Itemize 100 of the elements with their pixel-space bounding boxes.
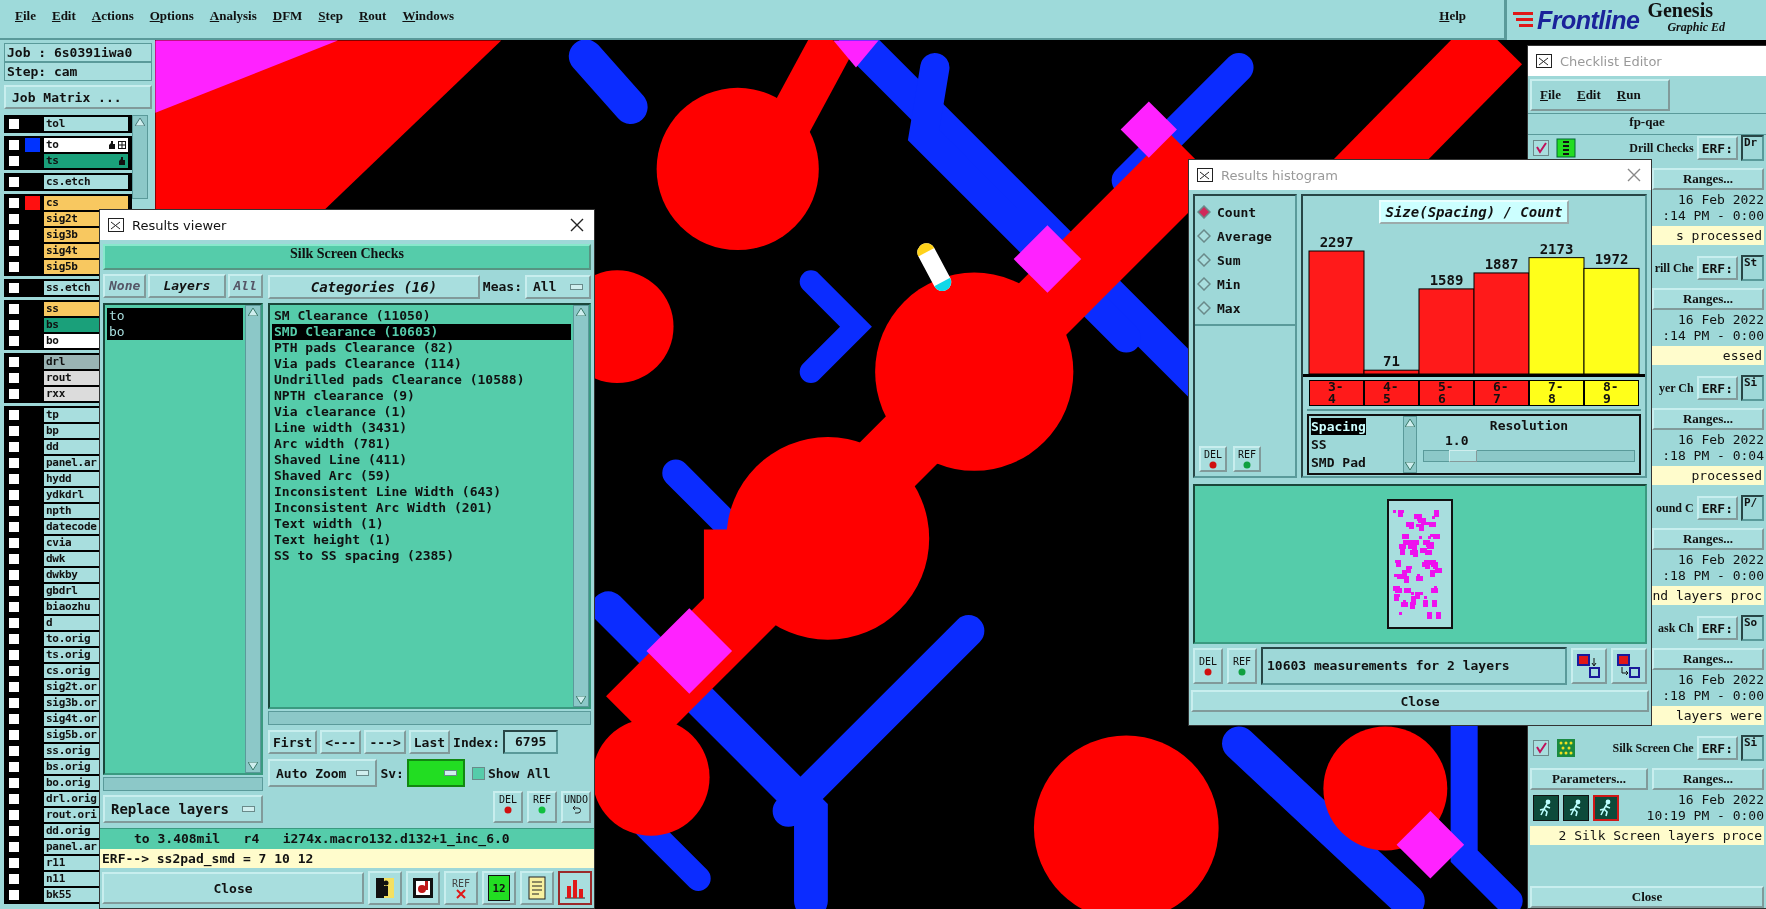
layer-name[interactable]: ydkdrl [44,488,100,502]
category-item[interactable]: Inconsistent Line Width (643) [272,483,571,500]
layer-name[interactable]: bs.orig [44,760,100,774]
radio-option[interactable]: Max [1197,296,1293,320]
ranges-button[interactable]: Ranges... [1652,168,1764,190]
replace-layers-dropdown[interactable]: Replace layers [103,795,263,824]
index-field[interactable]: 6795 [503,730,559,755]
scrollbar[interactable] [1307,409,1641,411]
category-item[interactable]: Shaved Line (411) [272,451,571,468]
layer-checkbox[interactable] [8,601,20,613]
layer-checkbox[interactable] [8,681,20,693]
menu-item[interactable]: Edit [43,0,84,24]
measure-item[interactable]: SS [1311,436,1399,453]
job-matrix-button[interactable]: Job Matrix ... [4,85,152,109]
navigation-button[interactable]: <--- [320,730,362,755]
layer-checkbox[interactable] [8,457,20,469]
layer-checkbox[interactable] [8,633,20,645]
erf-button[interactable]: ERF: [1696,376,1738,400]
layer-name[interactable]: sig4t.or [44,712,100,726]
layer-checkbox[interactable] [8,261,20,273]
layer-checkbox[interactable] [8,213,20,225]
auto-zoom-dropdown[interactable]: Auto Zoom [268,759,378,788]
erf-field[interactable]: St [1741,255,1764,281]
layer-checkbox[interactable] [8,793,20,805]
layer-name[interactable]: cs.orig [44,664,100,678]
layer-name[interactable]: cvia [44,536,100,550]
ranges-button[interactable]: Ranges... [1652,768,1764,790]
layer-checkbox[interactable] [8,617,20,629]
category-item[interactable]: NPTH clearance (9) [272,387,571,404]
layer-checkbox[interactable] [8,521,20,533]
layer-checkbox[interactable] [8,139,20,151]
menu-item[interactable]: Windows [394,0,463,24]
layer-name[interactable]: n11 [44,872,100,886]
layer-name[interactable]: sig5b.or [44,728,100,742]
bin-label[interactable]: 8-9 [1584,380,1639,406]
layer-checkbox[interactable] [8,649,20,661]
layer-name[interactable]: sig2t.or [44,680,100,694]
edit-button[interactable]: REF [527,791,557,824]
ranges-button[interactable]: Ranges... [1652,648,1764,670]
histogram-bar[interactable] [1583,267,1640,374]
layer-checkbox[interactable] [8,505,20,517]
scrollbar[interactable] [1403,416,1417,473]
category-item[interactable]: Text width (1) [272,515,571,532]
layer-name[interactable]: bo.orig [44,776,100,790]
erf-button[interactable]: ERF: [1696,616,1738,640]
scrollbar[interactable] [573,304,589,708]
scrollbar[interactable] [268,711,591,726]
edit-button[interactable]: REF [1227,648,1257,684]
menu-item[interactable]: Actions [83,0,142,24]
category-item[interactable]: SMD Clearance (10603) [272,323,571,340]
layer-checkbox[interactable] [8,889,20,901]
erf-field[interactable]: Si [1741,735,1764,761]
measure-item[interactable]: Spacing [1311,418,1366,435]
menu-item[interactable]: Analysis [201,0,265,24]
layer-name[interactable]: dwk [44,552,100,566]
layer-checkbox[interactable] [8,761,20,773]
scrollbar[interactable] [103,777,263,792]
layer-name[interactable]: bk55 [44,888,100,902]
bin-label[interactable]: 4-5 [1364,380,1419,406]
layer-name[interactable]: d [44,616,100,630]
layer-checkbox[interactable] [8,118,20,130]
layer-name[interactable]: dd [44,440,100,454]
edit-button[interactable]: DEL [493,791,523,824]
layer-name[interactable]: rxx [44,387,100,401]
edit-button[interactable]: DEL [1193,648,1223,684]
histogram-bar[interactable] [1528,257,1585,374]
layer-checkbox[interactable] [8,155,20,167]
category-item[interactable]: SM Clearance (11050) [272,307,571,324]
radio-option[interactable]: Average [1197,224,1293,248]
close-button[interactable]: Close [102,872,364,905]
layer-name[interactable]: cs.etch [44,175,128,189]
layer-checkbox[interactable] [8,319,20,331]
layer-name[interactable]: npth [44,504,100,518]
tool-button[interactable]: REF [444,871,478,906]
parameters-button[interactable]: Parameters... [1530,768,1648,790]
menu-item[interactable]: Options [141,0,202,24]
category-item[interactable]: Shaved Arc (59) [272,467,571,484]
erf-button[interactable]: ERF: [1696,136,1738,160]
layer-checkbox[interactable] [8,729,20,741]
category-item[interactable]: SS to SS spacing (2385) [272,547,571,564]
erf-field[interactable]: Si [1741,375,1764,401]
layer-checkbox[interactable] [8,425,20,437]
slider-thumb[interactable] [1449,450,1478,462]
navigation-button[interactable]: First [268,730,318,755]
layer-name[interactable]: tol [44,117,128,131]
edit-button[interactable]: UNDO [561,791,591,824]
checkbox[interactable] [1533,140,1549,156]
close-button[interactable]: Close [1191,690,1649,712]
layer-checkbox[interactable] [8,356,20,368]
layer-checkbox[interactable] [8,569,20,581]
layer-checkbox[interactable] [8,713,20,725]
menu-item[interactable]: File [1532,87,1569,103]
layer-checkbox[interactable] [8,841,20,853]
menu-item[interactable]: Rout [350,0,395,24]
layer-name[interactable]: sig3b.or [44,696,100,710]
ranges-button[interactable]: Ranges... [1652,408,1764,430]
layer-checkbox[interactable] [8,409,20,421]
layer-checkbox[interactable] [8,745,20,757]
help-menu[interactable]: Help [1431,0,1474,24]
layer-checkbox[interactable] [8,777,20,789]
